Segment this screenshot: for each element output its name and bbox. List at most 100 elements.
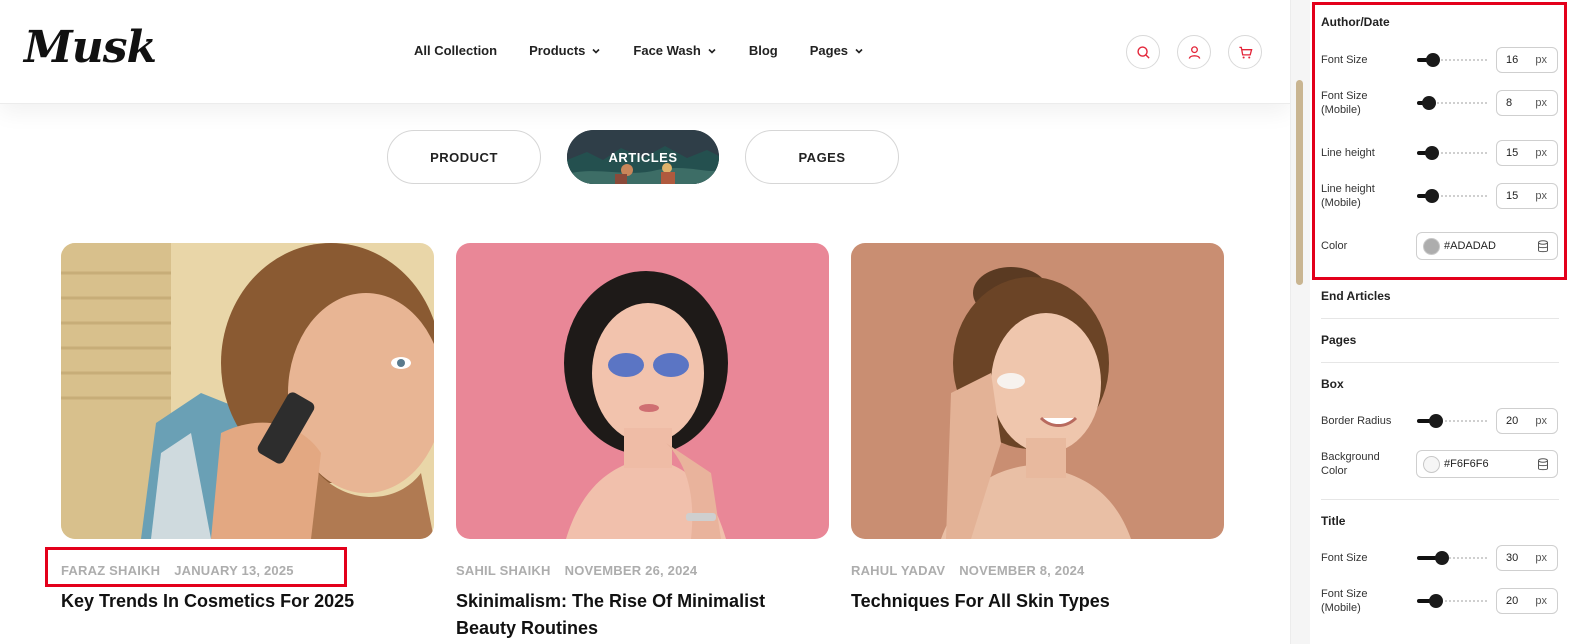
slider-knob[interactable] [1435,551,1449,565]
title-font-size-slider[interactable] [1417,551,1489,565]
meta-highlight-box [45,547,347,587]
article-image[interactable] [456,243,829,539]
font-size-mobile-input[interactable]: 8 px [1496,90,1558,116]
title-font-size-input[interactable]: 30 px [1496,545,1558,571]
font-size-label: Font Size [1321,54,1368,66]
database-icon[interactable] [1537,240,1549,253]
main-nav: All Collection Products Face Wash Blog P… [414,43,864,58]
account-button[interactable] [1177,35,1211,69]
article-title[interactable]: Key Trends In Cosmetics For 2025 [61,588,434,615]
line-height-input[interactable]: 15 px [1496,140,1558,166]
color-hex: #F6F6F6 [1444,458,1489,470]
input-value: 16 [1506,54,1519,66]
article-title[interactable]: Techniques For All Skin Types [851,588,1224,615]
chevron-down-icon [855,48,863,54]
input-value: 15 [1506,190,1519,202]
line-height-label: Line height [1321,147,1375,159]
font-size-mobile-slider[interactable] [1417,96,1489,110]
nav-pages[interactable]: Pages [810,43,864,58]
divider [1321,318,1559,319]
title-font-size-mobile-slider[interactable] [1417,594,1489,608]
unit-label: px [1535,147,1547,159]
line-height-slider[interactable] [1417,146,1489,160]
search-icon [1136,45,1150,59]
scrollbar-thumb[interactable] [1296,80,1303,285]
cart-button[interactable] [1228,35,1262,69]
cart-icon [1238,46,1252,58]
article-meta: RAHUL YADAV NOVEMBER 8, 2024 [851,563,1224,578]
nav-label: Face Wash [633,43,701,58]
store-preview: Musk All Collection Products Face Wash B… [0,0,1290,644]
tab-product[interactable]: PRODUCT [387,130,541,184]
woman-eye-patches-photo [456,243,829,539]
article-image[interactable] [851,243,1224,539]
unit-label: px [1535,54,1547,66]
article-card[interactable]: RAHUL YADAV NOVEMBER 8, 2024 Techniques … [851,243,1224,615]
user-icon [1188,45,1200,59]
settings-panel: Author/Date Font Size 16 px Font Size (Mo… [1310,0,1575,644]
section-end-articles-heading[interactable]: End Articles [1321,289,1391,303]
line-height-mobile-slider[interactable] [1417,189,1489,203]
color-swatch[interactable] [1423,238,1440,255]
title-font-size-mobile-input[interactable]: 20 px [1496,588,1558,614]
article-title[interactable]: Skinimalism: The Rise Of Minimalist Beau… [456,588,829,642]
unit-label: px [1535,415,1547,427]
article-image[interactable] [61,243,434,539]
slider-knob[interactable] [1425,146,1439,160]
title-font-size-mobile-label: Font Size (Mobile) [1321,588,1368,614]
input-value: 15 [1506,147,1519,159]
color-swatch[interactable] [1423,456,1440,473]
database-icon[interactable] [1537,458,1549,471]
nav-label: Products [529,43,586,58]
preview-scrollbar[interactable] [1290,0,1310,644]
nav-face-wash[interactable]: Face Wash [633,43,716,58]
title-font-size-label: Font Size [1321,552,1368,564]
unit-label: px [1535,97,1547,109]
nav-all-collection[interactable]: All Collection [414,43,497,58]
article-meta: SAHIL SHAIKH NOVEMBER 26, 2024 [456,563,829,578]
tab-label: PAGES [798,149,846,165]
content-tabs: PRODUCT ARTICLES PAGES [387,130,899,184]
unit-label: px [1535,190,1547,202]
search-button[interactable] [1126,35,1160,69]
divider [1321,362,1559,363]
nav-label: All Collection [414,43,498,58]
line-height-mobile-input[interactable]: 15 px [1496,183,1558,209]
unit-label: px [1535,552,1547,564]
store-logo[interactable]: Musk [24,22,157,73]
background-color-label: Background Color [1321,451,1380,477]
tab-pages[interactable]: PAGES [745,130,899,184]
color-picker[interactable]: #ADADAD [1416,232,1558,260]
slider-knob[interactable] [1426,53,1440,67]
background-color-picker[interactable]: #F6F6F6 [1416,450,1558,478]
app-root: Musk All Collection Products Face Wash B… [0,0,1575,644]
section-pages-heading[interactable]: Pages [1321,333,1356,347]
section-title-heading[interactable]: Title [1321,514,1345,528]
border-radius-slider[interactable] [1417,414,1489,428]
slider-knob[interactable] [1422,96,1436,110]
input-value: 8 [1506,97,1513,109]
site-header: Musk All Collection Products Face Wash B… [0,0,1290,104]
font-size-slider[interactable] [1417,53,1489,67]
nav-label: Blog [748,43,778,58]
article-author[interactable]: RAHUL YADAV [851,563,945,578]
article-date: NOVEMBER 8, 2024 [959,563,1085,578]
chevron-down-icon [708,48,716,54]
section-box-heading[interactable]: Box [1321,377,1344,391]
nav-products[interactable]: Products [529,43,601,58]
unit-label: px [1535,595,1547,607]
article-author[interactable]: SAHIL SHAIKH [456,563,551,578]
color-hex: #ADADAD [1444,240,1496,252]
border-radius-input[interactable]: 20 px [1496,408,1558,434]
article-card[interactable]: SAHIL SHAIKH NOVEMBER 26, 2024 Skinimali… [456,243,829,642]
section-author-date-heading[interactable]: Author/Date [1321,15,1390,29]
color-label: Color [1321,240,1348,252]
tab-label: ARTICLES [608,149,678,165]
slider-knob[interactable] [1429,414,1443,428]
nav-blog[interactable]: Blog [749,43,778,58]
font-size-input[interactable]: 16 px [1496,47,1558,73]
tab-articles[interactable]: ARTICLES [567,130,719,184]
line-height-mobile-label: Line height (Mobile) [1321,183,1375,209]
slider-knob[interactable] [1425,189,1439,203]
slider-knob[interactable] [1429,594,1443,608]
